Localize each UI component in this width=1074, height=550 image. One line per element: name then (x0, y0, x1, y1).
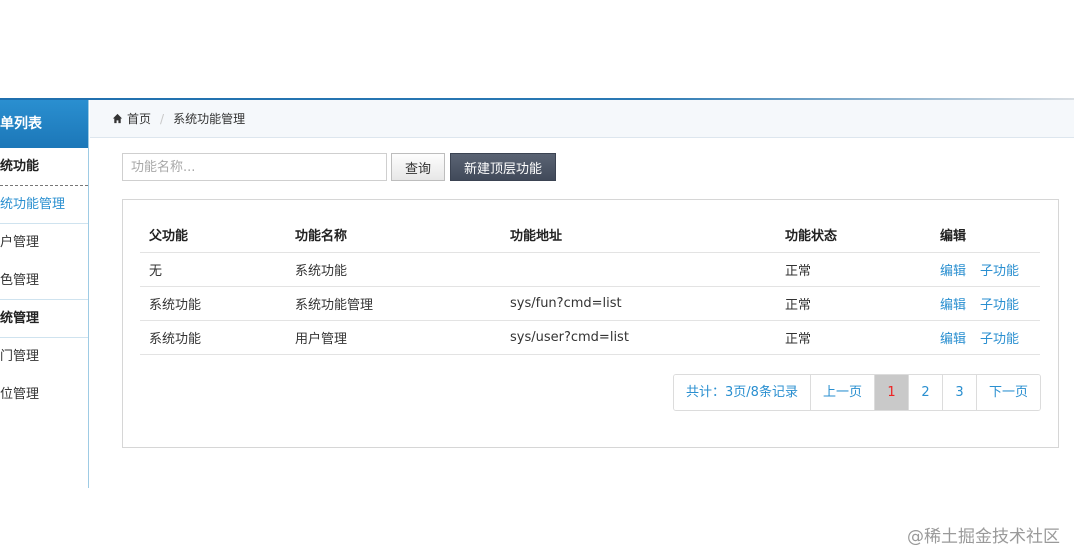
header-parent-function: 父功能 (140, 218, 295, 253)
sidebar-group-system-function[interactable]: 系统功能 (0, 148, 88, 186)
cell-actions: 编辑 子功能 (940, 286, 1040, 321)
sidebar-item-department-management[interactable]: 部门管理 (0, 338, 88, 376)
table-row: 系统功能 系统功能管理 sys/fun?cmd=list 正常 编辑 子功能 (140, 286, 1040, 321)
header-edit: 编辑 (940, 218, 1040, 253)
search-bar: 查询 新建顶层功能 (122, 153, 556, 181)
header-function-url: 功能地址 (510, 218, 785, 253)
next-page-button[interactable]: 下一页 (976, 375, 1040, 410)
cell-name: 系统功能 (295, 252, 510, 287)
prev-page-button[interactable]: 上一页 (810, 375, 875, 410)
page-button-1[interactable]: 1 (874, 375, 909, 410)
edit-link[interactable]: 编辑 (940, 332, 966, 347)
cell-parent: 无 (140, 252, 295, 287)
main-content: 首页 / 系统功能管理 查询 新建顶层功能 父功能 功能名称 功能地址 功能状态… (90, 100, 1074, 488)
cell-status: 正常 (785, 252, 940, 287)
cell-url (510, 252, 785, 287)
breadcrumb-separator: / (160, 111, 165, 126)
function-name-search-input[interactable] (122, 153, 387, 181)
cell-status: 正常 (785, 320, 940, 355)
table-header-row: 父功能 功能名称 功能地址 功能状态 编辑 (140, 218, 1040, 253)
child-function-link[interactable]: 子功能 (980, 264, 1019, 279)
breadcrumb-current: 系统功能管理 (173, 112, 246, 126)
child-function-link[interactable]: 子功能 (980, 332, 1019, 347)
cell-url: sys/fun?cmd=list (510, 286, 785, 321)
header-function-status: 功能状态 (785, 218, 940, 253)
breadcrumb: 首页 / 系统功能管理 (90, 100, 1074, 138)
cell-url: sys/user?cmd=list (510, 320, 785, 355)
pagination: 共计：3页/8条记录 上一页 1 2 3 下一页 (673, 374, 1041, 411)
sidebar-header: 菜单列表 (0, 100, 88, 148)
sidebar-item-position-management[interactable]: 职位管理 (0, 376, 88, 414)
function-list-panel: 父功能 功能名称 功能地址 功能状态 编辑 无 系统功能 正常 编辑 子功能 系… (122, 199, 1059, 448)
cell-parent: 系统功能 (140, 320, 295, 355)
edit-link[interactable]: 编辑 (940, 264, 966, 279)
table-row: 系统功能 用户管理 sys/user?cmd=list 正常 编辑 子功能 (140, 320, 1040, 355)
table-row: 无 系统功能 正常 编辑 子功能 (140, 252, 1040, 287)
cell-name: 用户管理 (295, 320, 510, 355)
sidebar: 菜单列表 系统功能 系统功能管理 用户管理 角色管理 系统管理 部门管理 职位管… (0, 100, 89, 488)
watermark: @稀土掘金技术社区 (907, 527, 1060, 547)
cell-parent: 系统功能 (140, 286, 295, 321)
sidebar-group-system-management[interactable]: 系统管理 (0, 300, 88, 338)
new-top-function-button[interactable]: 新建顶层功能 (450, 153, 556, 181)
home-icon (112, 113, 123, 124)
page-button-2[interactable]: 2 (908, 375, 943, 410)
page-button-3[interactable]: 3 (942, 375, 977, 410)
header-function-name: 功能名称 (295, 218, 510, 253)
sidebar-item-user-management[interactable]: 用户管理 (0, 224, 88, 262)
child-function-link[interactable]: 子功能 (980, 298, 1019, 313)
sidebar-item-function-management[interactable]: 系统功能管理 (0, 186, 88, 224)
edit-link[interactable]: 编辑 (940, 298, 966, 313)
pagination-info: 共计：3页/8条记录 (674, 375, 811, 410)
query-button[interactable]: 查询 (391, 153, 445, 181)
cell-name: 系统功能管理 (295, 286, 510, 321)
cell-actions: 编辑 子功能 (940, 252, 1040, 287)
cell-actions: 编辑 子功能 (940, 320, 1040, 355)
breadcrumb-home[interactable]: 首页 (127, 110, 151, 127)
cell-status: 正常 (785, 286, 940, 321)
sidebar-item-role-management[interactable]: 角色管理 (0, 262, 88, 300)
function-table: 父功能 功能名称 功能地址 功能状态 编辑 无 系统功能 正常 编辑 子功能 系… (140, 218, 1040, 355)
